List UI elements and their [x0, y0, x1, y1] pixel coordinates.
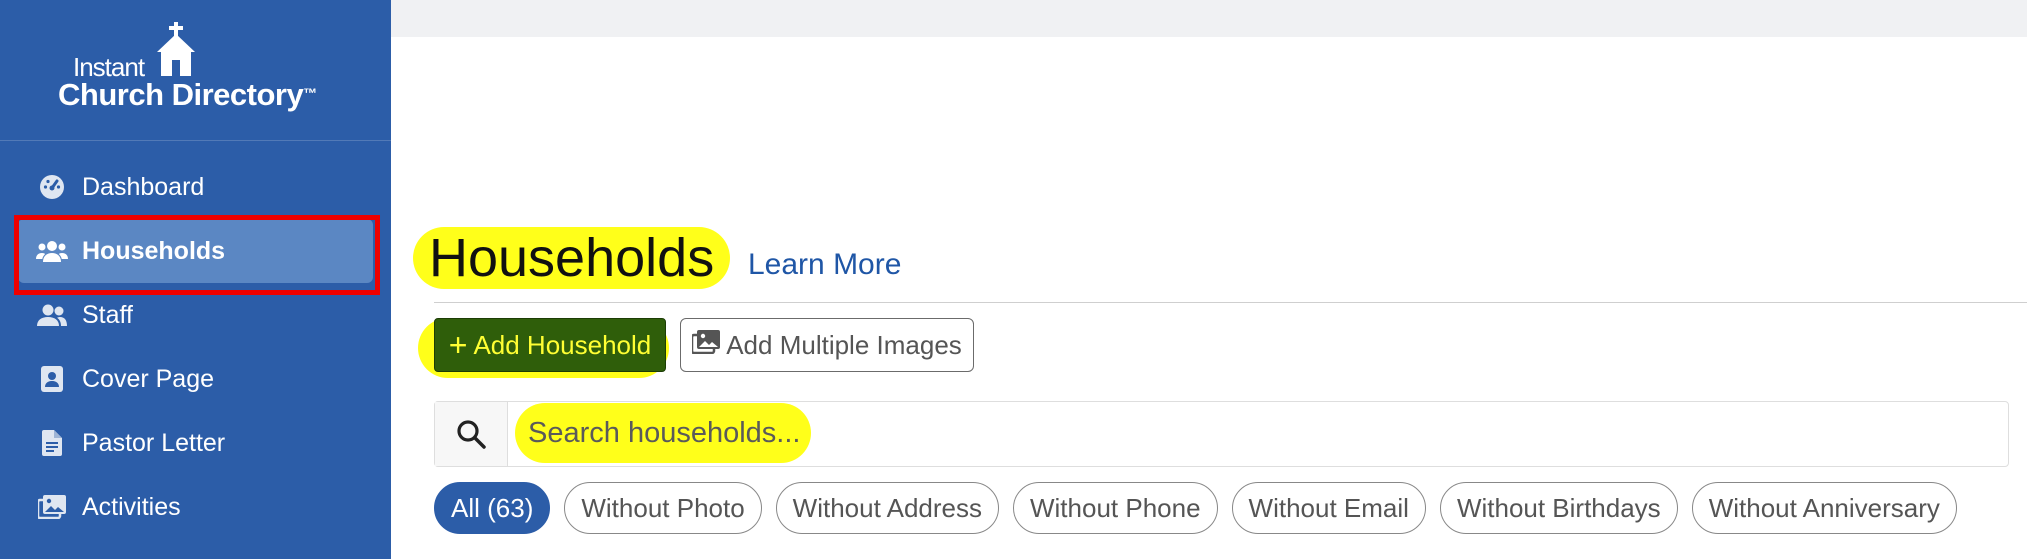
page-title-highlight: Households	[413, 227, 731, 289]
file-text-icon	[36, 427, 68, 459]
filter-without-anniversary[interactable]: Without Anniversary	[1691, 482, 1957, 534]
add-multiple-images-label: Add Multiple Images	[726, 329, 962, 360]
user-group-icon	[36, 299, 68, 331]
church-logo-icon	[157, 22, 195, 76]
sidebar-item-dashboard[interactable]: Dashboard	[0, 155, 391, 219]
filter-without-email[interactable]: Without Email	[1231, 482, 1426, 534]
sidebar-item-label: Households	[82, 236, 226, 265]
add-multiple-images-button[interactable]: Add Multiple Images	[680, 318, 974, 372]
filter-all[interactable]: All (63)	[434, 482, 551, 534]
learn-more-link[interactable]: Learn More	[748, 248, 901, 282]
sidebar-item-households[interactable]: Households	[18, 219, 373, 283]
users-icon	[36, 235, 68, 267]
sidebar-item-pastor-letter[interactable]: Pastor Letter	[0, 411, 391, 475]
sidebar: Instant Church Directory™ Dashboard Hous…	[0, 0, 391, 559]
search-input[interactable]	[528, 403, 1998, 463]
sidebar-item-label: Cover Page	[82, 364, 215, 393]
images-icon	[36, 491, 68, 523]
title-divider	[434, 302, 2027, 303]
images-icon	[690, 329, 721, 361]
search-icon-addon	[435, 402, 508, 466]
sidebar-item-label: Staff	[82, 300, 133, 329]
filter-without-address[interactable]: Without Address	[775, 482, 999, 534]
filter-pills: All (63) Without Photo Without Address W…	[434, 482, 1957, 534]
sidebar-item-cover-page[interactable]: Cover Page	[0, 347, 391, 411]
logo[interactable]: Instant Church Directory™	[0, 0, 391, 141]
add-household-button[interactable]: + Add Household	[434, 318, 666, 372]
sidebar-item-staff[interactable]: Staff	[0, 283, 391, 347]
sidebar-item-label: Activities	[82, 492, 181, 521]
sidebar-item-label: Pastor Letter	[82, 428, 226, 457]
sidebar-item-activities[interactable]: Activities	[0, 475, 391, 539]
add-household-label: Add Household	[473, 329, 652, 360]
search-icon	[457, 420, 486, 449]
top-bar	[391, 0, 2027, 37]
filter-without-birthdays[interactable]: Without Birthdays	[1439, 482, 1678, 534]
dashboard-gauge-icon	[36, 171, 68, 203]
sidebar-nav: Dashboard Households Staff Cover Page Pa…	[0, 155, 391, 539]
plus-icon: +	[448, 327, 468, 363]
trademark: ™	[303, 85, 317, 101]
logo-line-2-text: Church Directory	[58, 77, 304, 112]
id-card-icon	[36, 363, 68, 395]
page-title: Households	[429, 228, 715, 288]
sidebar-item-label: Dashboard	[82, 172, 205, 201]
filter-without-phone[interactable]: Without Phone	[1012, 482, 1218, 534]
filter-without-photo[interactable]: Without Photo	[564, 482, 762, 534]
logo-line-2: Church Directory™	[58, 77, 317, 113]
